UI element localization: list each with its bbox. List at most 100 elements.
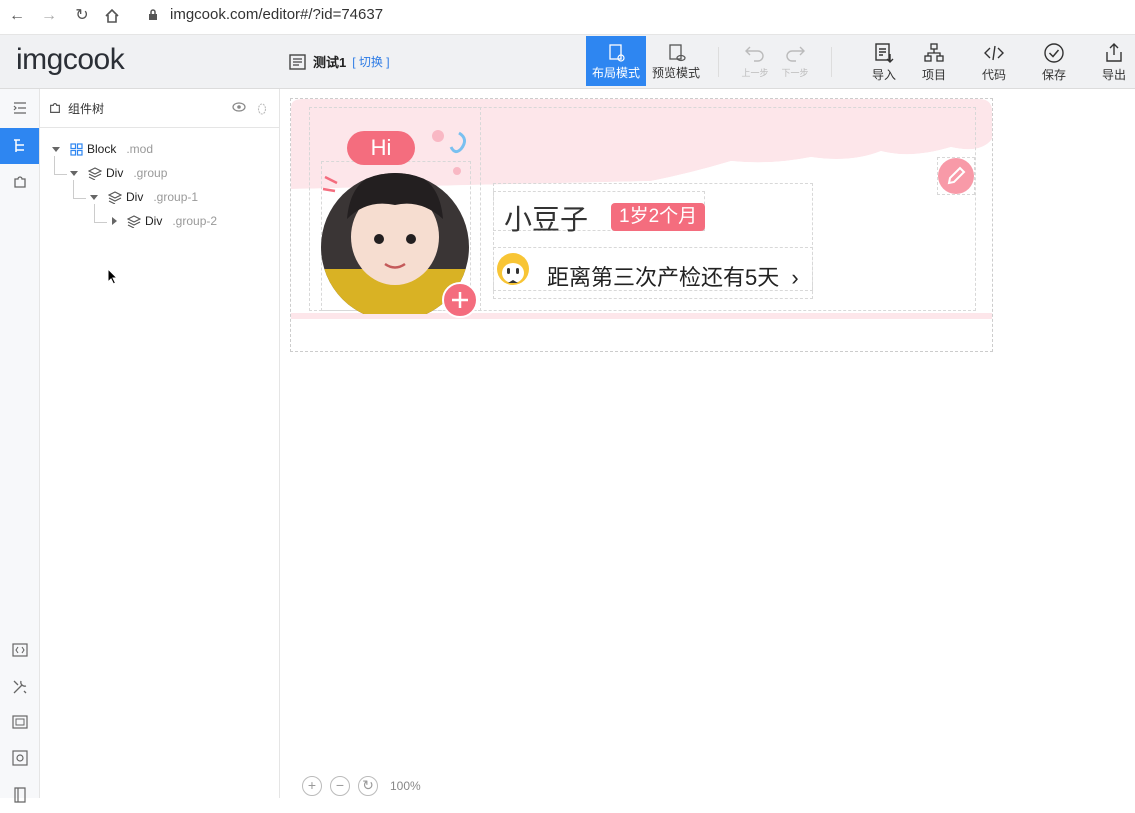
puzzle-icon [13, 176, 26, 188]
book-icon [13, 787, 26, 803]
zoom-controls: + − ↻ 100% [302, 776, 421, 796]
toolbar-divider [718, 47, 719, 77]
gear-icon [11, 750, 28, 766]
add-photo-button[interactable] [442, 282, 478, 318]
save-label: 保存 [1041, 68, 1066, 82]
preview-mode-label: 预览模式 [651, 66, 700, 80]
component-tree-tab[interactable] [0, 128, 39, 164]
hi-bubble: Hi [347, 131, 415, 165]
tree-node-group-2[interactable]: Div .group-2 [112, 214, 217, 228]
tree-node-block[interactable]: Block .mod [52, 142, 153, 156]
layers-icon [88, 166, 102, 180]
save-icon [1044, 43, 1064, 63]
undo-icon [745, 46, 764, 62]
import-label: 导入 [871, 68, 896, 82]
tools-tab[interactable] [0, 669, 39, 705]
zoom-in-button[interactable]: + [302, 776, 322, 796]
panel-header: 组件树 [40, 89, 279, 128]
image-tab[interactable] [0, 704, 39, 740]
tree-node-tag: Div [145, 214, 163, 228]
code-button[interactable]: 代码 [969, 38, 1019, 83]
undo-label: 上一步 [741, 68, 769, 78]
child-name: 小豆子 [504, 204, 589, 235]
left-icon-rail [0, 89, 40, 803]
code-label: 代码 [981, 68, 1006, 82]
project-label: 项目 [921, 68, 946, 82]
tree-node-class: .group [133, 166, 168, 180]
export-label: 导出 [1101, 68, 1126, 82]
collapsed-caret-icon[interactable] [112, 217, 117, 225]
preview-mode-icon [669, 44, 686, 62]
artboard[interactable]: Hi 小豆子 1岁2个月 距离第三次产检还有5天 › [290, 98, 993, 352]
code-icon [984, 45, 1004, 61]
expand-caret-icon[interactable] [70, 170, 78, 176]
layers-icon [127, 214, 141, 228]
code-panel-tab[interactable] [0, 632, 39, 668]
tree-icon [13, 139, 24, 152]
home-icon[interactable] [104, 8, 120, 24]
indent-icon [13, 102, 26, 114]
chevron-right-icon: › [791, 265, 799, 290]
project-button[interactable]: 项目 [909, 38, 959, 83]
export-icon [1106, 43, 1122, 62]
import-button[interactable]: 导入 [859, 38, 909, 83]
bug-icon[interactable] [256, 101, 268, 115]
document-title: 测试1 [ 切换 ] [289, 52, 390, 71]
panel-title: 组件树 [68, 101, 105, 116]
import-icon [875, 43, 894, 63]
document-icon [289, 53, 306, 70]
collapse-panel-button[interactable] [0, 90, 39, 126]
design-canvas[interactable]: Hi 小豆子 1岁2个月 距离第三次产检还有5天 › + − ↻ 100% [280, 89, 1135, 798]
expand-caret-icon[interactable] [52, 146, 60, 152]
tree-node-group[interactable]: Div .group [70, 166, 167, 180]
tree-node-class: .group-1 [153, 190, 199, 204]
back-icon[interactable]: ← [6, 5, 28, 27]
redo-button[interactable]: 下一步 [770, 38, 820, 79]
reload-icon[interactable]: ↻ [71, 5, 93, 27]
redo-label: 下一步 [781, 68, 809, 78]
component-tree-panel: 组件树 Block .mod Div .group Div .group-1 D… [40, 89, 280, 798]
image-icon [11, 715, 28, 729]
layout-mode-label: 布局模式 [591, 66, 640, 80]
hi-text: Hi [370, 135, 392, 160]
address-bar[interactable]: imgcook.com/editor#/?id=74637 [170, 6, 383, 23]
tree-connector [73, 180, 86, 199]
layout-mode-icon [609, 44, 625, 62]
lock-icon [149, 9, 157, 20]
zoom-out-button[interactable]: − [330, 776, 350, 796]
layers-icon [108, 190, 122, 204]
tree-node-tag: Div [126, 190, 144, 204]
tree-node-class: .group-2 [172, 214, 218, 228]
age-badge: 1岁2个月 [611, 203, 706, 231]
imgcook-logo: imgcook [16, 43, 125, 76]
reminder-text[interactable]: 距离第三次产检还有5天 › [547, 260, 799, 292]
code-window-icon [11, 643, 28, 657]
tools-icon [13, 680, 26, 694]
docs-tab[interactable] [0, 777, 39, 813]
reset-zoom-button[interactable]: ↻ [358, 776, 378, 796]
forward-icon[interactable]: → [38, 5, 60, 27]
grid-icon [70, 142, 83, 156]
document-name: 测试1 [313, 55, 347, 70]
browser-toolbar: ← → ↻ imgcook.com/editor#/?id=74637 [0, 0, 1135, 35]
mascot-icon [497, 253, 529, 285]
edit-outline [937, 157, 975, 195]
redo-icon [786, 46, 805, 62]
expand-caret-icon[interactable] [90, 194, 98, 200]
tree-node-tag: Div [106, 166, 124, 180]
preview-mode-button[interactable]: 预览模式 [646, 36, 706, 86]
settings-tab[interactable] [0, 740, 39, 776]
export-button[interactable]: 导出 [1089, 38, 1135, 83]
toolbar-divider [831, 47, 832, 77]
tree-connector [94, 204, 107, 223]
layout-mode-button[interactable]: 布局模式 [586, 36, 646, 86]
eye-icon[interactable] [232, 102, 246, 112]
zoom-level: 100% [390, 779, 421, 793]
tree-node-group-1[interactable]: Div .group-1 [90, 190, 198, 204]
switch-link[interactable]: [ 切换 ] [352, 53, 389, 70]
app-header: imgcook 测试1 [ 切换 ] 布局模式 预览模式 上一步 下一步 导入 … [0, 35, 1135, 89]
save-button[interactable]: 保存 [1029, 38, 1079, 83]
reminder-label: 距离第三次产检还有5天 [547, 265, 780, 290]
puzzle-icon [50, 103, 60, 113]
components-tab[interactable] [0, 164, 39, 200]
